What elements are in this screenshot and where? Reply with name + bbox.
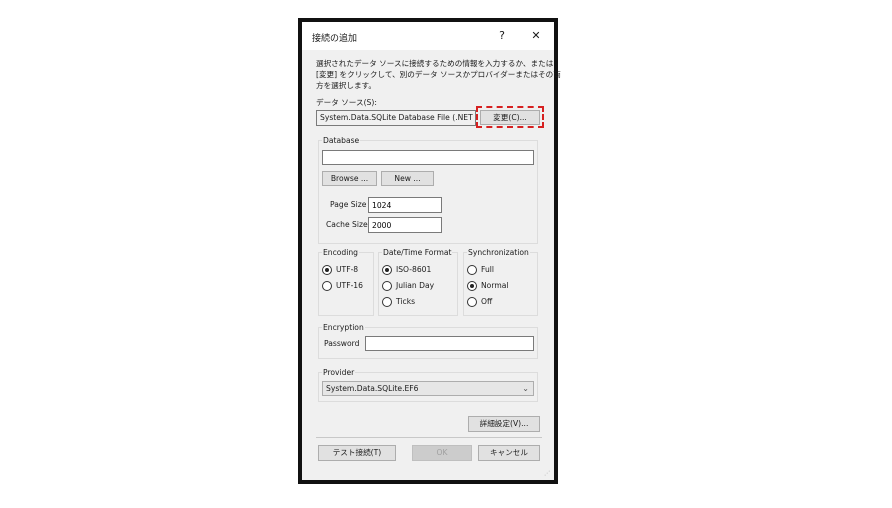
- page-size-input[interactable]: [368, 197, 442, 213]
- browse-button[interactable]: Browse ...: [322, 171, 377, 186]
- help-button[interactable]: ?: [490, 26, 514, 46]
- instructions-line-3: 方を選択します。: [316, 81, 376, 90]
- encoding-group-title: Encoding: [322, 248, 359, 257]
- ok-button[interactable]: OK: [412, 445, 472, 461]
- divider: [316, 437, 542, 438]
- cache-size-label: Cache Size: [326, 220, 368, 229]
- datasource-field: System.Data.SQLite Database File (.NET F…: [316, 110, 476, 126]
- synchronization-group-title: Synchronization: [467, 248, 530, 257]
- provider-group-title: Provider: [322, 368, 356, 377]
- radio-unselected-icon: [382, 281, 392, 291]
- datasource-label: データ ソース(S):: [316, 98, 377, 107]
- title-bar: 接続の追加 ? ✕: [302, 22, 554, 50]
- datetime-group-title: Date/Time Format: [382, 248, 453, 257]
- database-group-title: Database: [322, 136, 361, 145]
- provider-select[interactable]: System.Data.SQLite.EF6 ⌄: [322, 381, 534, 396]
- cache-size-input[interactable]: [368, 217, 442, 233]
- change-button-highlight: [476, 106, 544, 128]
- radio-unselected-icon: [467, 265, 477, 275]
- radio-unselected-icon: [382, 297, 392, 307]
- instructions-line-1: 選択されたデータ ソースに接続するための情報を入力するか、または: [316, 59, 554, 68]
- close-icon[interactable]: ✕: [524, 26, 548, 46]
- dialog-title: 接続の追加: [312, 34, 358, 44]
- chevron-down-icon: ⌄: [522, 384, 529, 393]
- radio-selected-icon: [382, 265, 392, 275]
- database-path-input[interactable]: [322, 150, 534, 165]
- radio-selected-icon: [322, 265, 332, 275]
- password-label: Password: [324, 339, 360, 348]
- advanced-settings-button[interactable]: 詳細設定(V)...: [468, 416, 540, 432]
- page-size-label: Page Size: [330, 200, 367, 209]
- provider-selected-value: System.Data.SQLite.EF6: [326, 384, 419, 393]
- resize-grip-icon[interactable]: ⋰: [544, 470, 552, 478]
- cancel-button[interactable]: キャンセル: [478, 445, 540, 461]
- new-database-button[interactable]: New ...: [381, 171, 434, 186]
- instructions-text: 選択されたデータ ソースに接続するための情報を入力するか、または [変更] をク…: [316, 58, 561, 91]
- radio-unselected-icon: [322, 281, 332, 291]
- add-connection-dialog: 接続の追加 ? ✕ 選択されたデータ ソースに接続するための情報を入力するか、ま…: [302, 22, 561, 480]
- test-connection-button[interactable]: テスト接続(T): [318, 445, 396, 461]
- radio-selected-icon: [467, 281, 477, 291]
- password-input[interactable]: [365, 336, 534, 351]
- encryption-group-title: Encryption: [322, 323, 365, 332]
- radio-unselected-icon: [467, 297, 477, 307]
- instructions-line-2: [変更] をクリックして、別のデータ ソースかプロバイダーまたはその両: [316, 70, 561, 79]
